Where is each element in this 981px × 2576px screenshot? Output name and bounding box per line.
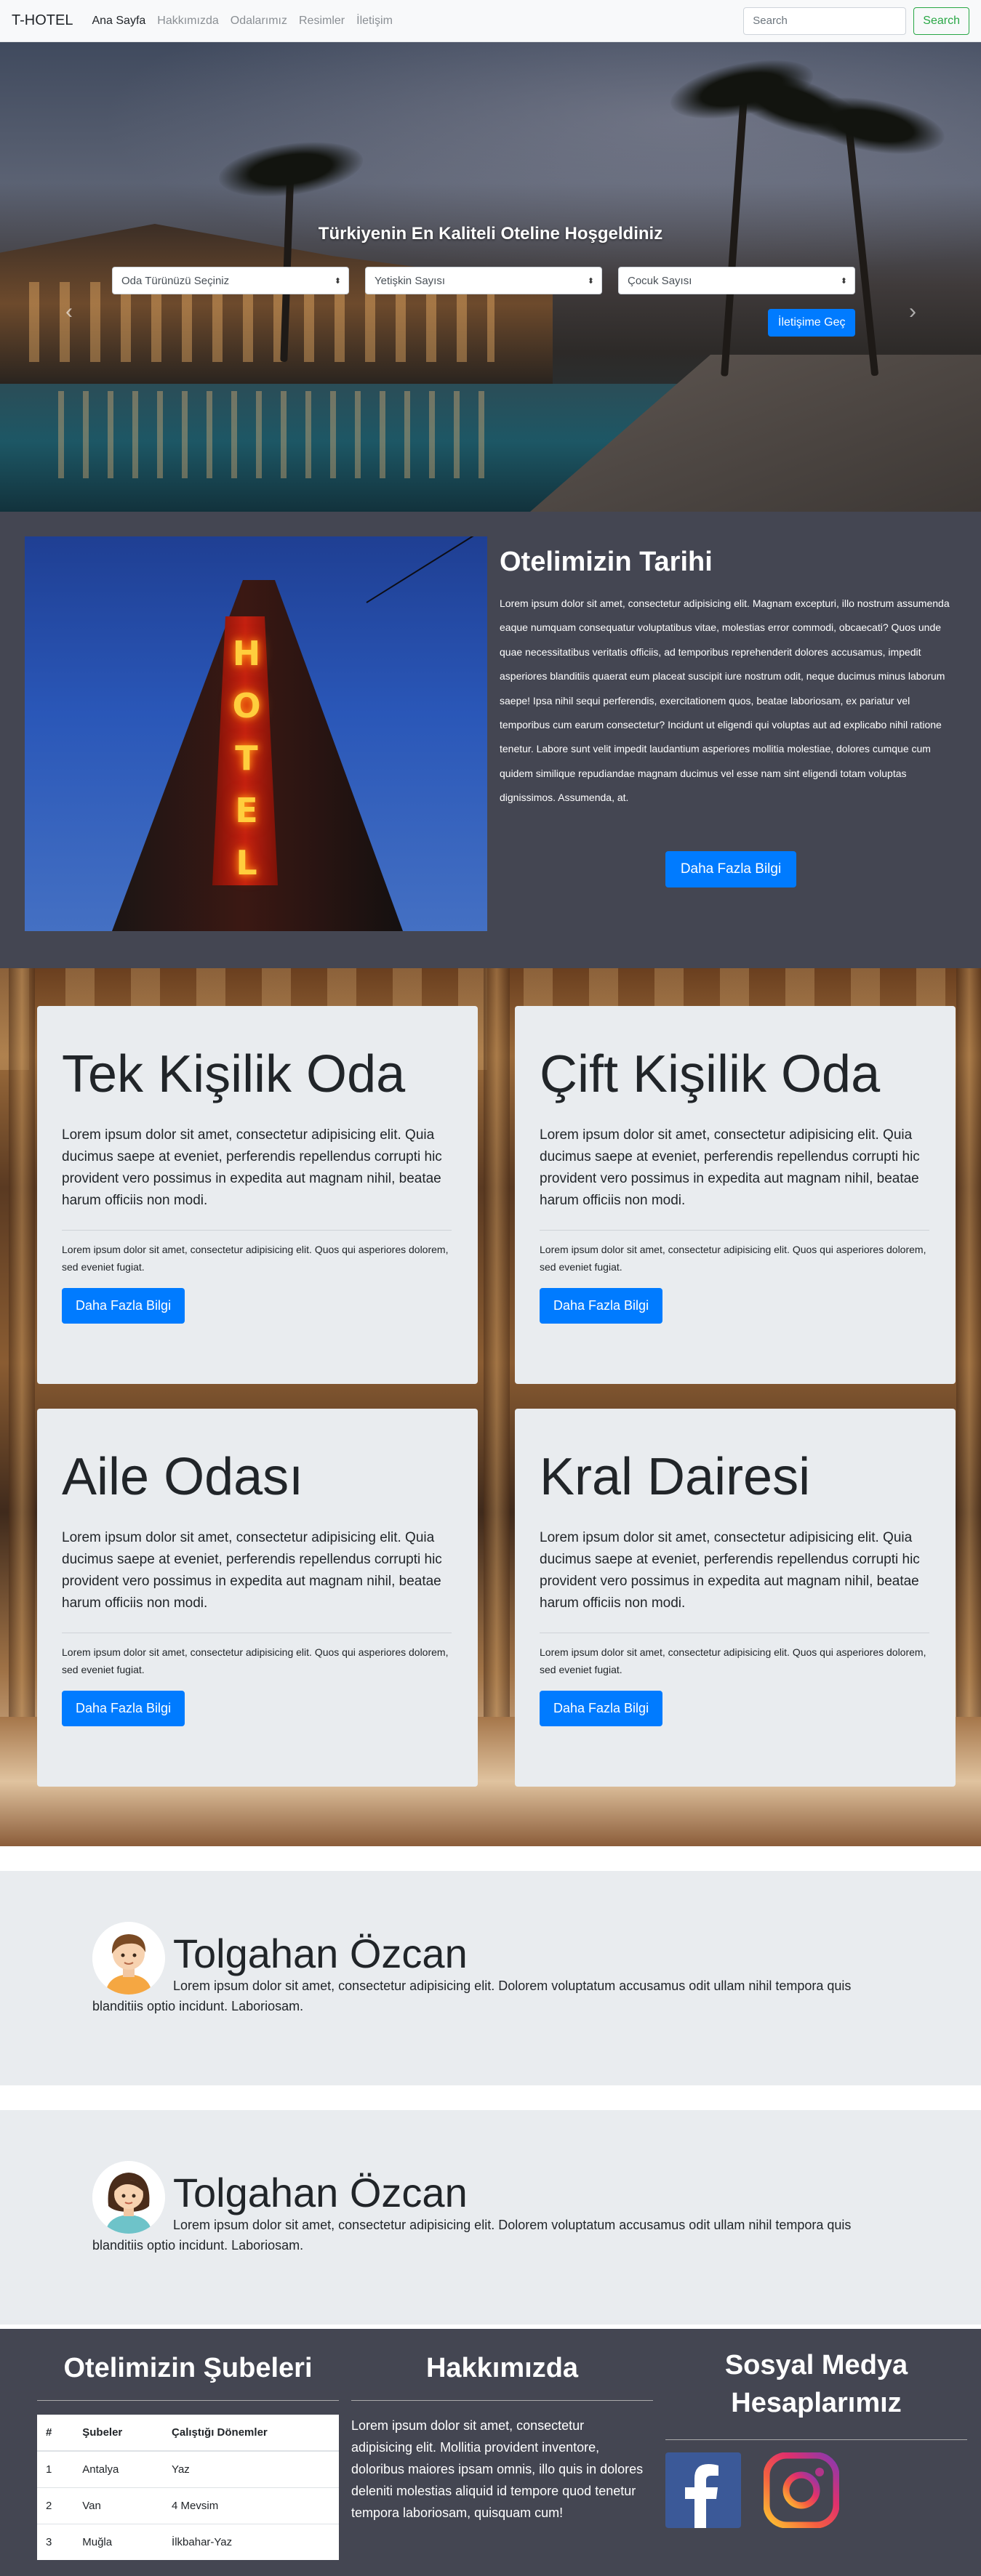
lobby-pillar — [9, 968, 35, 1846]
branches-table: # Şubeler Çalıştığı Dönemler 1 Antalya Y… — [37, 2415, 339, 2560]
nav-link-gallery[interactable]: Resimler — [299, 15, 345, 28]
profile-card-2: Tolgahan Özcan Lorem ipsum dolor sit ame… — [0, 2110, 981, 2325]
hotel-cable — [366, 536, 487, 603]
search-button[interactable]: Search — [913, 7, 969, 35]
history-section: H O T E L Otelimizin Tarihi Lorem ipsum … — [0, 512, 981, 968]
neon-letter: L — [236, 843, 257, 882]
profile-name: Tolgahan Özcan — [173, 1931, 468, 1976]
history-text: Lorem ipsum dolor sit amet, consectetur … — [500, 597, 950, 804]
table-cell: 1 — [37, 2450, 74, 2487]
table-row: 1 Antalya Yaz — [37, 2450, 339, 2487]
table-header: # — [37, 2415, 74, 2452]
history-more-button[interactable]: Daha Fazla Bilgi — [665, 851, 796, 887]
nav-link-home[interactable]: Ana Sayfa — [92, 15, 145, 28]
room-more-button[interactable]: Daha Fazla Bilgi — [62, 1288, 185, 1324]
footer: Otelimizin Şubeleri # Şubeler Çalıştığı … — [0, 2329, 981, 2576]
branches-title: Otelimizin Şubeleri — [63, 2353, 313, 2383]
lobby-pillar — [484, 968, 510, 1846]
room-type-select-value: Oda Türünüzü Seçiniz — [121, 274, 230, 287]
lobby-pillar — [956, 968, 981, 1846]
divider — [665, 2439, 967, 2440]
table-header: Çalıştığı Dönemler — [163, 2415, 339, 2452]
room-note: Lorem ipsum dolor sit amet, consectetur … — [540, 1244, 926, 1273]
neon-letter: T — [235, 738, 258, 778]
room-note: Lorem ipsum dolor sit amet, consectetur … — [62, 1646, 449, 1675]
room-title: Çift Kişilik Oda — [540, 1045, 881, 1103]
neon-sign: H O T E L — [232, 627, 261, 889]
brand-logo[interactable]: T-HOTEL — [12, 12, 73, 29]
room-type-select[interactable]: Oda Türünüzü Seçiniz ⬍ — [112, 267, 349, 294]
table-cell: Muğla — [73, 2523, 164, 2560]
room-more-button[interactable]: Daha Fazla Bilgi — [540, 1288, 663, 1324]
table-row: 2 Van 4 Mevsim — [37, 2487, 339, 2524]
room-more-button[interactable]: Daha Fazla Bilgi — [540, 1691, 663, 1726]
divider — [37, 2400, 339, 2401]
profile-text: Lorem ipsum dolor sit amet, consectetur … — [92, 2218, 852, 2253]
room-lead: Lorem ipsum dolor sit amet, consectetur … — [62, 1127, 442, 1208]
nav-link-about[interactable]: Hakkımızda — [157, 15, 218, 28]
hero-title: Türkiyenin En Kaliteli Oteline Hoşgeldin… — [318, 224, 663, 243]
select-arrows-icon: ⬍ — [840, 276, 847, 286]
hero-carousel: Türkiyenin En Kaliteli Oteline Hoşgeldin… — [0, 42, 981, 512]
room-more-button[interactable]: Daha Fazla Bilgi — [62, 1691, 185, 1726]
room-card-family: Aile Odası Lorem ipsum dolor sit amet, c… — [37, 1409, 478, 1787]
table-row: 3 Muğla İlkbahar-Yaz — [37, 2523, 339, 2560]
room-title: Tek Kişilik Oda — [62, 1045, 406, 1103]
contact-button[interactable]: İletişime Geç — [768, 309, 856, 337]
history-title: Otelimizin Tarihi — [500, 547, 713, 577]
neon-letter: H — [232, 634, 261, 673]
hotel-sign-image: H O T E L — [25, 536, 487, 931]
table-header-row: # Şubeler Çalıştığı Dönemler — [37, 2415, 339, 2452]
table-cell: 2 — [37, 2487, 74, 2524]
room-lead: Lorem ipsum dolor sit amet, consectetur … — [62, 1530, 442, 1611]
room-title: Aile Odası — [62, 1448, 304, 1506]
carousel-next-icon[interactable]: › — [909, 301, 916, 323]
adult-count-select-value: Yetişkin Sayısı — [375, 274, 445, 287]
table-cell: Van — [73, 2487, 164, 2524]
facebook-icon[interactable] — [665, 2452, 741, 2528]
child-count-select[interactable]: Çocuk Sayısı ⬍ — [618, 267, 855, 294]
social-title: Sosyal Medya Hesaplarımız — [724, 2350, 908, 2418]
rooms-section: Tek Kişilik Oda Lorem ipsum dolor sit am… — [0, 968, 981, 1846]
table-cell: Yaz — [163, 2450, 339, 2487]
table-cell: İlkbahar-Yaz — [163, 2523, 339, 2560]
room-lead: Lorem ipsum dolor sit amet, consectetur … — [540, 1530, 920, 1611]
booking-selects: Oda Türünüzü Seçiniz ⬍ Yetişkin Sayısı ⬍ Ç… — [112, 267, 871, 294]
room-card-single: Tek Kişilik Oda Lorem ipsum dolor sit am… — [37, 1006, 478, 1384]
select-arrows-icon: ⬍ — [334, 276, 341, 286]
profile-text: Lorem ipsum dolor sit amet, consectetur … — [92, 1979, 852, 2013]
divider — [540, 1230, 929, 1231]
child-count-select-value: Çocuk Sayısı — [628, 274, 692, 287]
navbar: T-HOTEL Ana Sayfa Hakkımızda Odalarımız … — [0, 0, 981, 42]
select-arrows-icon: ⬍ — [587, 276, 594, 286]
about-text: Lorem ipsum dolor sit amet, consectetur … — [351, 2418, 644, 2520]
table-header: Şubeler — [73, 2415, 164, 2452]
divider — [62, 1230, 452, 1231]
nav-link-rooms[interactable]: Odalarımız — [231, 15, 287, 28]
room-title: Kral Dairesi — [540, 1448, 811, 1506]
neon-letter: O — [232, 686, 261, 725]
about-title: Hakkımızda — [425, 2353, 579, 2383]
room-note: Lorem ipsum dolor sit amet, consectetur … — [540, 1646, 926, 1675]
adult-count-select[interactable]: Yetişkin Sayısı ⬍ — [365, 267, 602, 294]
profile-card-1: Tolgahan Özcan Lorem ipsum dolor sit ame… — [0, 1871, 981, 2085]
table-cell: 3 — [37, 2523, 74, 2560]
room-card-double: Çift Kişilik Oda Lorem ipsum dolor sit a… — [515, 1006, 956, 1384]
instagram-icon[interactable] — [763, 2452, 840, 2529]
neon-letter: E — [235, 791, 258, 830]
room-card-royal: Kral Dairesi Lorem ipsum dolor sit amet,… — [515, 1409, 956, 1787]
nav-link-contact[interactable]: İletişim — [356, 15, 393, 28]
hero-pool-reflection — [58, 391, 494, 478]
search-form: Search — [743, 7, 969, 35]
room-lead: Lorem ipsum dolor sit amet, consectetur … — [540, 1127, 920, 1208]
divider — [351, 2400, 653, 2401]
search-input[interactable] — [743, 7, 907, 35]
room-note: Lorem ipsum dolor sit amet, consectetur … — [62, 1244, 449, 1273]
table-cell: 4 Mevsim — [163, 2487, 339, 2524]
profile-name: Tolgahan Özcan — [173, 2170, 468, 2215]
carousel-prev-icon[interactable]: ‹ — [65, 301, 73, 323]
table-cell: Antalya — [73, 2450, 164, 2487]
